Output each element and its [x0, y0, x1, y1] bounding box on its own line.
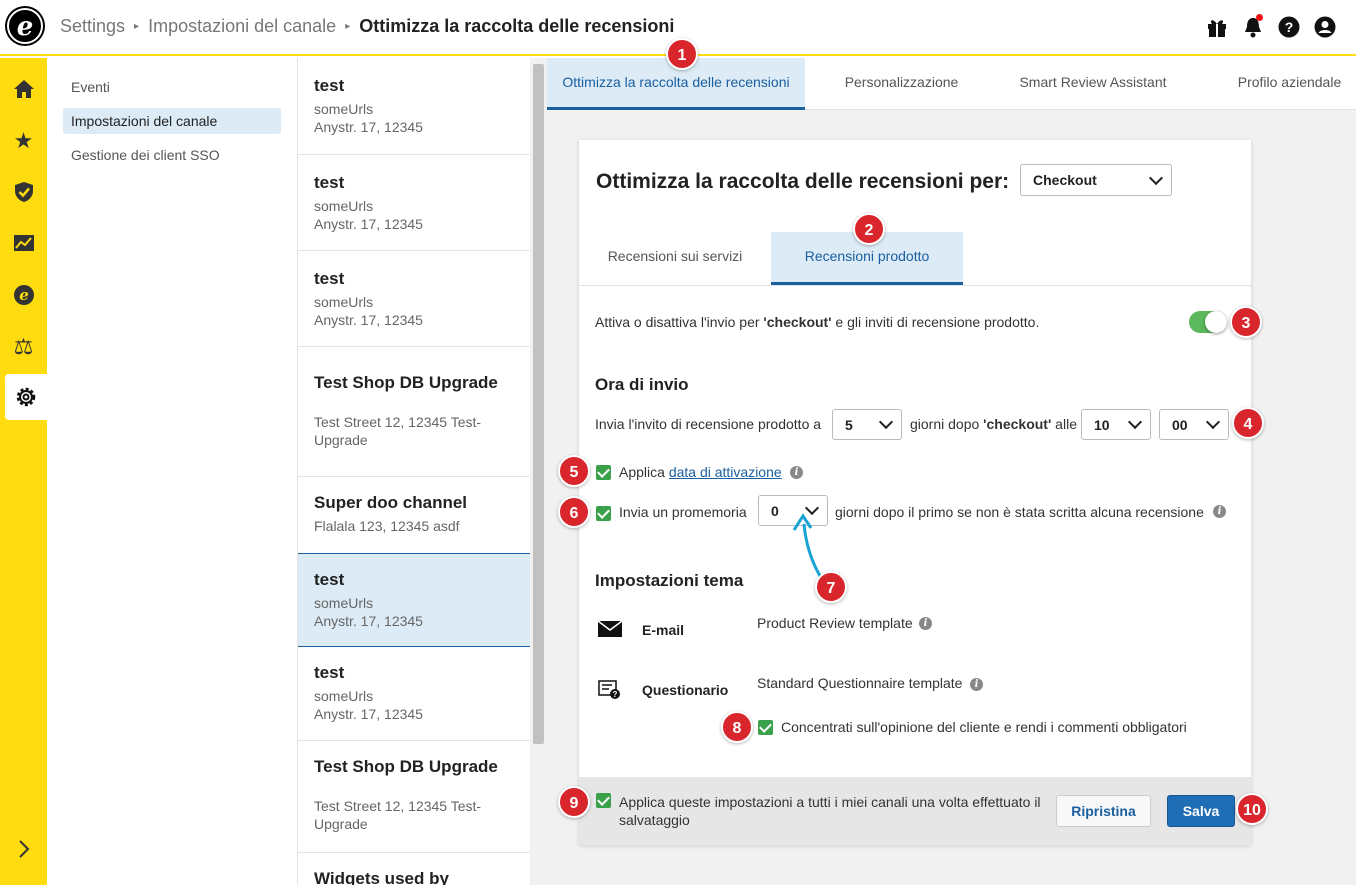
send-time-heading: Ora di invio: [595, 375, 689, 394]
info-icon[interactable]: i: [1213, 505, 1226, 518]
help-icon[interactable]: ?: [1278, 16, 1300, 38]
channel-item[interactable]: test someUrls Anystr. 17, 12345: [298, 58, 530, 155]
etrusted-coin-icon[interactable]: e: [0, 272, 47, 318]
hour-select[interactable]: 10: [1081, 409, 1151, 440]
legal-scales-icon[interactable]: ⚖: [0, 324, 47, 370]
apply-activation-date-label: Applica data di attivazione: [619, 464, 782, 480]
info-icon[interactable]: i: [790, 466, 803, 479]
subnav-item-channel-settings[interactable]: Impostazioni del canale: [63, 108, 281, 134]
annotation-arrow: [792, 513, 822, 577]
annotation-badge-6: 6: [558, 496, 590, 528]
reminder-checkbox[interactable]: [596, 506, 611, 521]
channel-item[interactable]: test someUrls Anystr. 17, 12345: [298, 155, 530, 251]
email-envelope-icon: [598, 621, 622, 637]
annotation-badge-10: 10: [1236, 793, 1268, 825]
days-select[interactable]: 5: [832, 409, 902, 440]
questionnaire-label: Questionario: [642, 682, 729, 698]
channel-item[interactable]: Test Shop DB Upgrade Test Street 12, 123…: [298, 347, 530, 477]
chevron-down-icon: [878, 414, 894, 430]
info-icon[interactable]: i: [919, 617, 932, 630]
notifications-bell-icon[interactable]: [1242, 14, 1264, 38]
subnav-item-sso-clients[interactable]: Gestione dei client SSO: [63, 142, 281, 168]
apply-all-channels-checkbox[interactable]: [596, 793, 611, 808]
chevron-down-icon: [1205, 414, 1221, 430]
annotation-badge-4: 4: [1232, 407, 1264, 439]
send-invite-label: Invia l'invito di recensione prodotto a: [595, 416, 822, 432]
mandatory-comments-label: Concentrati sull'opinione del cliente e …: [781, 719, 1187, 735]
channel-item[interactable]: test someUrls Anystr. 17, 12345: [298, 251, 530, 347]
annotation-badge-3: 3: [1230, 306, 1262, 338]
subtab-service-reviews[interactable]: Recensioni sui servizi: [579, 232, 771, 285]
email-label: E-mail: [642, 622, 685, 638]
reminder-after-label: giorni dopo il primo se non è stata scri…: [835, 504, 1204, 520]
save-button[interactable]: Salva: [1167, 795, 1235, 827]
expand-chevron-right-icon[interactable]: [0, 826, 47, 872]
channel-item[interactable]: Test Shop DB Upgrade Test Street 12, 123…: [298, 741, 530, 853]
channel-item[interactable]: Super doo channel Flalala 123, 12345 asd…: [298, 477, 530, 554]
breadcrumb-settings[interactable]: Settings: [60, 16, 125, 37]
days-after-label: giorni dopo 'checkout' alle: [910, 416, 1077, 432]
breadcrumb-channel-settings[interactable]: Impostazioni del canale: [148, 16, 336, 37]
settings-subnav: Eventi Impostazioni del canale Gestione …: [47, 58, 298, 885]
annotation-badge-1: 1: [666, 38, 698, 70]
channel-item-selected[interactable]: test someUrls Anystr. 17, 12345: [298, 553, 530, 647]
divider: [579, 285, 1251, 286]
page-title: Ottimizza la raccolta delle recensioni: [359, 16, 675, 36]
chevron-down-icon: [1148, 170, 1164, 185]
apply-activation-date-checkbox[interactable]: [596, 465, 611, 480]
breadcrumb: Settings ▸ Impostazioni del canale ▸ Ott…: [60, 16, 674, 37]
main-sidebar: ★ e ⚖: [0, 58, 47, 885]
svg-text:?: ?: [613, 690, 618, 699]
channel-item[interactable]: test someUrls Anystr. 17, 12345: [298, 647, 530, 741]
enable-sending-toggle[interactable]: [1189, 311, 1227, 333]
info-icon[interactable]: i: [970, 678, 983, 691]
settings-tabs: Ottimizza la raccolta delle recensioni P…: [547, 58, 1356, 110]
svg-text:e: e: [19, 286, 29, 304]
analytics-chart-icon[interactable]: [0, 220, 47, 266]
event-select-dropdown[interactable]: Checkout: [1020, 164, 1172, 196]
apply-all-channels-label: Applica queste impostazioni a tutti i mi…: [619, 794, 1041, 828]
channel-item[interactable]: Widgets used by: [298, 853, 530, 885]
toggle-description: Attiva o disattiva l'invio per 'checkout…: [595, 314, 1040, 330]
star-icon[interactable]: ★: [0, 118, 47, 164]
breadcrumb-separator-icon: ▸: [134, 21, 140, 32]
mandatory-comments-checkbox[interactable]: [758, 720, 773, 735]
minute-select[interactable]: 00: [1159, 409, 1229, 440]
subnav-item-events[interactable]: Eventi: [63, 74, 281, 100]
card-title: Ottimizza la raccolta delle recensioni p…: [596, 170, 1010, 193]
email-template-name: Product Review template: [757, 615, 913, 631]
questionnaire-icon: ?: [598, 680, 620, 699]
activation-date-link[interactable]: data di attivazione: [669, 464, 782, 480]
notification-dot: [1256, 14, 1263, 21]
trusted-shops-logo[interactable]: e: [7, 8, 43, 44]
annotation-badge-7: 7: [815, 571, 847, 603]
svg-text:?: ?: [1285, 19, 1294, 35]
tab-company-profile[interactable]: Profilo aziendale: [1227, 58, 1352, 110]
theme-settings-heading: Impostazioni tema: [595, 571, 744, 590]
reset-button[interactable]: Ripristina: [1056, 795, 1151, 827]
annotation-badge-9: 9: [558, 786, 590, 818]
annotation-badge-8: 8: [721, 711, 753, 743]
channel-list: test someUrls Anystr. 17, 12345 test som…: [298, 58, 530, 885]
annotation-badge-2: 2: [853, 213, 885, 245]
shield-check-icon[interactable]: [0, 169, 47, 215]
annotation-badge-5: 5: [558, 455, 590, 487]
breadcrumb-separator-icon: ▸: [345, 21, 351, 32]
tab-smart-review-assistant[interactable]: Smart Review Assistant: [1007, 58, 1179, 110]
reminder-label: Invia un promemoria: [619, 504, 747, 520]
settings-gear-icon[interactable]: [5, 374, 47, 420]
home-icon[interactable]: [0, 66, 47, 112]
user-account-icon[interactable]: [1314, 16, 1336, 38]
questionnaire-template-name: Standard Questionnaire template: [757, 675, 963, 691]
scrollbar-thumb[interactable]: [533, 64, 544, 744]
chevron-down-icon: [1127, 414, 1143, 430]
tab-personalization[interactable]: Personalizzazione: [829, 58, 974, 110]
gift-icon[interactable]: [1206, 16, 1228, 38]
